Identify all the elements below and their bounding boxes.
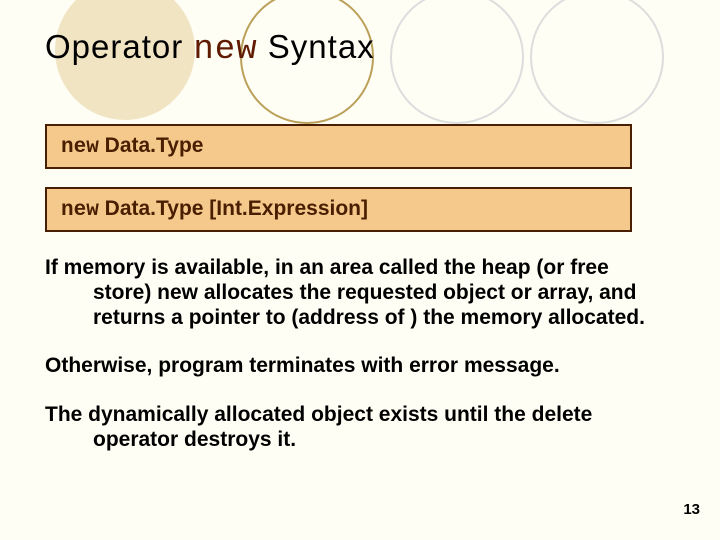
slide-content: Operator new Syntax new Data.Type new Da… [0,0,720,453]
title-keyword: new [193,31,257,69]
body-2-lead: Otherwise, program terminates with error… [45,354,560,377]
syntax-box-2: new Data.Type [Int.Expression] [45,187,632,232]
syntax-keyword: new [61,199,99,222]
body-paragraph-3: The dynamically allocated object exists … [45,403,648,453]
syntax-keyword: new [61,136,99,159]
syntax-box-1: new Data.Type [45,124,632,169]
syntax-rest: Data.Type [Int.Expression] [99,197,368,220]
body-paragraph-2: Otherwise, program terminates with error… [45,354,648,379]
title-pre: Operator [45,28,193,65]
body-1-lead: If memory is available, in an area calle… [45,256,570,279]
syntax-rest: Data.Type [99,134,204,157]
body-3-lead: The dynamically allocated object exists … [45,403,532,426]
page-number: 13 [683,501,700,518]
body-paragraph-1: If memory is available, in an area calle… [45,256,648,330]
title-post: Syntax [258,28,375,65]
slide-title: Operator new Syntax [45,28,698,69]
